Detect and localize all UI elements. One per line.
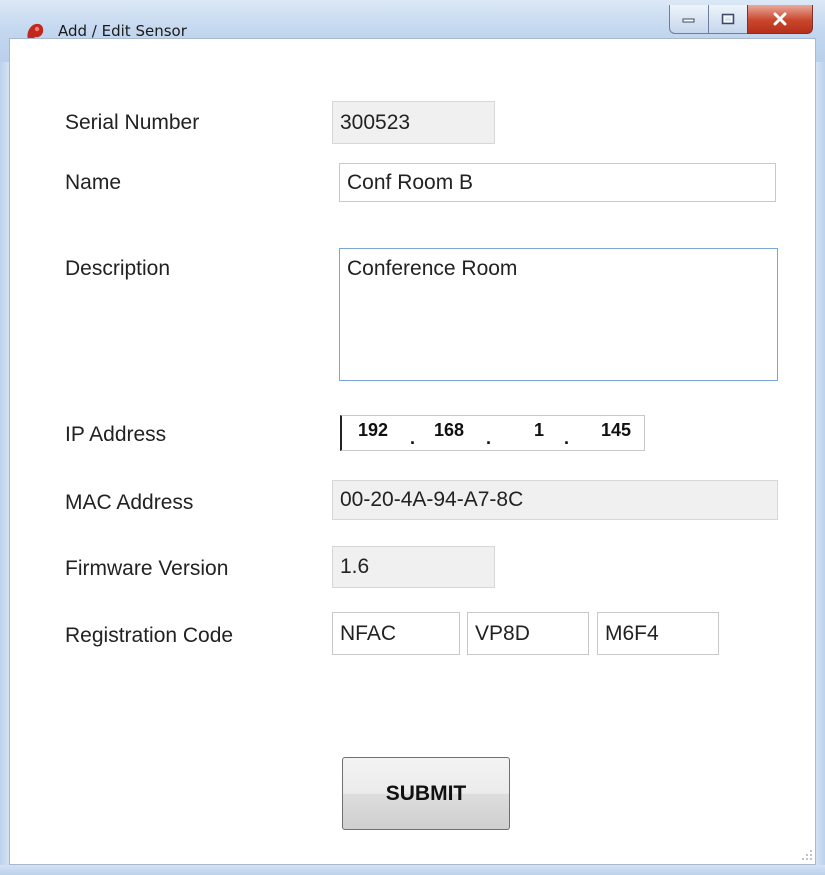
registration-code-part-2[interactable] [467, 612, 589, 655]
ip-octet-2[interactable]: 168 [434, 420, 464, 441]
close-icon [773, 12, 787, 26]
ip-address-label: IP Address [65, 423, 167, 446]
ip-separator: . [410, 428, 416, 448]
close-button[interactable] [747, 5, 813, 34]
maximize-icon [721, 13, 735, 25]
minimize-button[interactable] [669, 5, 709, 34]
window-frame-bottom [0, 865, 825, 875]
registration-code-label: Registration Code [65, 624, 234, 647]
registration-code-part-3[interactable] [597, 612, 719, 655]
window-frame-left [0, 62, 9, 875]
window-frame-right [816, 62, 825, 875]
mac-address-field: 00-20-4A-94-A7-8C [332, 480, 778, 520]
ip-octet-3[interactable]: 1 [534, 420, 544, 441]
add-edit-sensor-window: Add / Edit Sensor Serial Number 300523 N… [0, 0, 825, 875]
registration-code-part-1[interactable] [332, 612, 460, 655]
serial-number-label: Serial Number [65, 111, 200, 134]
firmware-version-label: Firmware Version [65, 557, 229, 580]
ip-address-field[interactable]: 192 . 168 . 1 . 145 [340, 415, 645, 451]
ip-separator: . [486, 428, 492, 448]
maximize-button[interactable] [708, 5, 748, 34]
ip-octet-1[interactable]: 192 [358, 420, 388, 441]
description-label: Description [65, 257, 171, 280]
description-field[interactable]: Conference Room [339, 248, 778, 381]
minimize-icon [682, 18, 695, 23]
mac-address-label: MAC Address [65, 491, 194, 514]
resize-grip-icon[interactable] [801, 849, 813, 861]
submit-button[interactable]: SUBMIT [342, 757, 510, 830]
name-field[interactable] [339, 163, 776, 202]
ip-separator: . [564, 428, 570, 448]
serial-number-field: 300523 [332, 101, 495, 144]
ip-octet-4[interactable]: 145 [601, 420, 631, 441]
name-label: Name [65, 171, 122, 194]
firmware-version-field: 1.6 [332, 546, 495, 588]
